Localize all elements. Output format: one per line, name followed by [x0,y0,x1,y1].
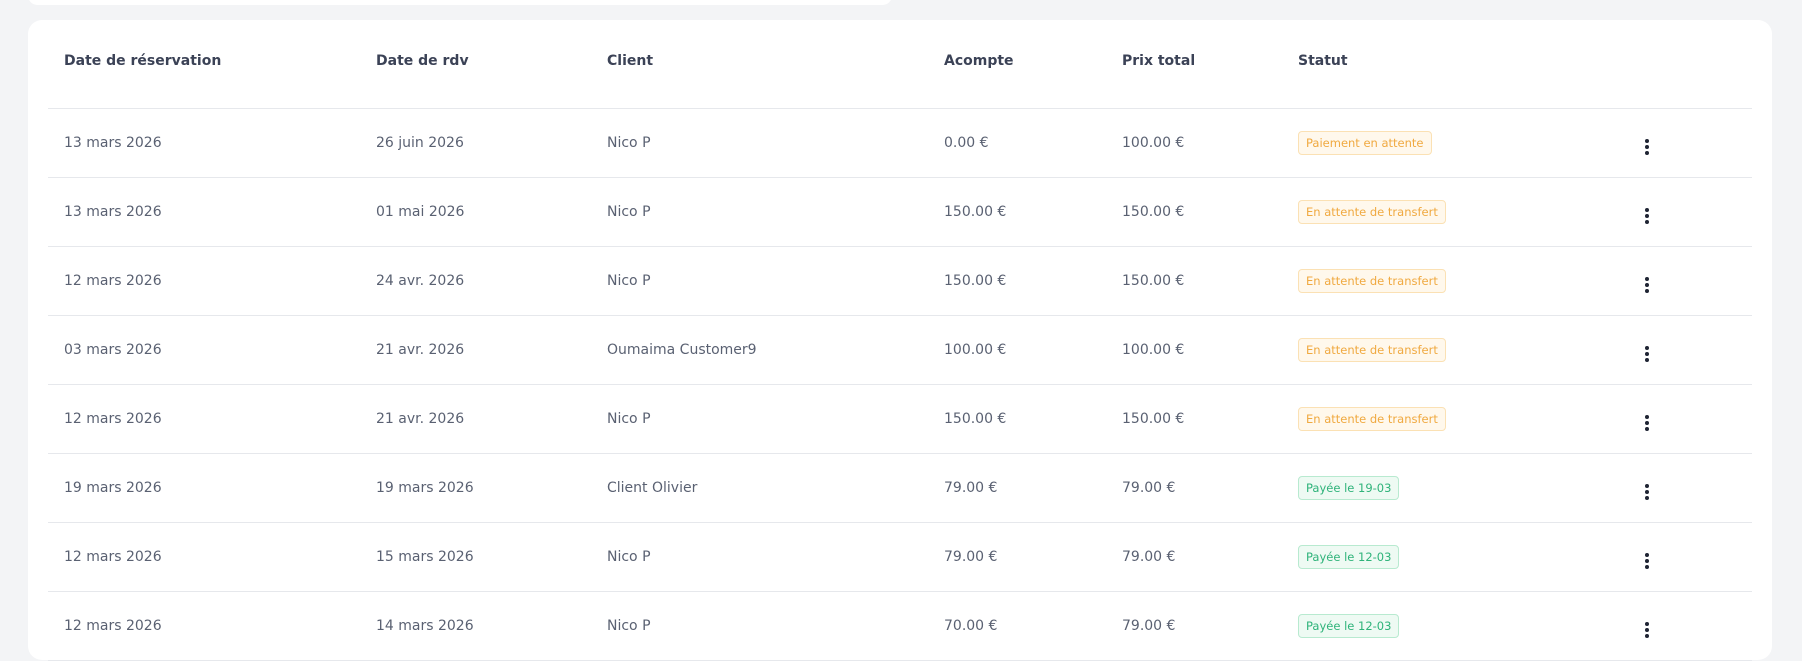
header-status[interactable]: Statut [1282,52,1642,109]
total-price-cell: 150.00 € [1106,177,1282,247]
actions-cell [1642,453,1752,523]
header-total-price[interactable]: Prix total [1106,52,1282,109]
header-deposit[interactable]: Acompte [928,52,1106,109]
actions-cell [1642,591,1752,661]
booking-date-cell: 12 mars 2026 [48,522,360,592]
client-cell: Nico P [591,522,928,592]
booking-date-cell: 12 mars 2026 [48,384,360,454]
status-badge: Payée le 12-03 [1298,544,1400,569]
total-price-cell: 79.00 € [1106,453,1282,523]
status-cell: En attente de transfert [1282,384,1642,454]
client-cell: Nico P [591,591,928,661]
status-cell: Paiement en attente [1282,108,1642,178]
status-cell: En attente de transfert [1282,246,1642,316]
total-price-cell: 79.00 € [1106,522,1282,592]
header-actions [1642,52,1752,109]
actions-cell [1642,384,1752,454]
status-badge: En attente de transfert [1298,337,1446,362]
client-cell: Nico P [591,384,928,454]
status-badge: Payée le 19-03 [1298,475,1400,500]
rdv-date-cell: 21 avr. 2026 [360,384,591,454]
deposit-cell: 150.00 € [928,384,1106,454]
actions-cell [1642,522,1752,592]
client-cell: Nico P [591,177,928,247]
table-row[interactable]: 13 mars 2026 26 juin 2026 Nico P 0.00 € … [48,108,1752,178]
booking-date-cell: 03 mars 2026 [48,315,360,385]
deposit-cell: 79.00 € [928,522,1106,592]
client-cell: Client Olivier [591,453,928,523]
booking-date-cell: 12 mars 2026 [48,246,360,316]
table-row[interactable]: 12 mars 2026 14 mars 2026 Nico P 70.00 €… [48,591,1752,661]
more-vertical-icon[interactable] [1642,345,1652,362]
status-cell: Payée le 12-03 [1282,522,1642,592]
deposit-cell: 70.00 € [928,591,1106,661]
table-row[interactable]: 19 mars 2026 19 mars 2026 Client Olivier… [48,453,1752,523]
deposit-cell: 0.00 € [928,108,1106,178]
status-badge: En attente de transfert [1298,199,1446,224]
more-vertical-icon[interactable] [1642,552,1652,569]
total-price-cell: 79.00 € [1106,591,1282,661]
booking-date-cell: 12 mars 2026 [48,591,360,661]
more-vertical-icon[interactable] [1642,207,1652,224]
table-row[interactable]: 12 mars 2026 21 avr. 2026 Nico P 150.00 … [48,384,1752,454]
table-header-row: Date de réservation Date de rdv Client A… [48,52,1752,109]
status-cell: En attente de transfert [1282,177,1642,247]
client-cell: Oumaima Customer9 [591,315,928,385]
table-row[interactable]: 12 mars 2026 15 mars 2026 Nico P 79.00 €… [48,522,1752,592]
table-body: 13 mars 2026 26 juin 2026 Nico P 0.00 € … [48,108,1752,661]
reservations-card: Date de réservation Date de rdv Client A… [28,20,1772,661]
total-price-cell: 150.00 € [1106,246,1282,316]
booking-date-cell: 13 mars 2026 [48,108,360,178]
deposit-cell: 79.00 € [928,453,1106,523]
rdv-date-cell: 15 mars 2026 [360,522,591,592]
booking-date-cell: 13 mars 2026 [48,177,360,247]
more-vertical-icon[interactable] [1642,483,1652,500]
deposit-cell: 150.00 € [928,177,1106,247]
actions-cell [1642,315,1752,385]
actions-cell [1642,108,1752,178]
status-cell: Payée le 12-03 [1282,591,1642,661]
more-vertical-icon[interactable] [1642,138,1652,155]
more-vertical-icon[interactable] [1642,414,1652,431]
status-cell: En attente de transfert [1282,315,1642,385]
status-badge: En attente de transfert [1298,268,1446,293]
total-price-cell: 100.00 € [1106,315,1282,385]
rdv-date-cell: 14 mars 2026 [360,591,591,661]
rdv-date-cell: 01 mai 2026 [360,177,591,247]
client-cell: Nico P [591,108,928,178]
actions-cell [1642,177,1752,247]
total-price-cell: 150.00 € [1106,384,1282,454]
status-badge: Paiement en attente [1298,130,1432,155]
status-cell: Payée le 19-03 [1282,453,1642,523]
header-booking-date[interactable]: Date de réservation [48,52,360,109]
actions-cell [1642,246,1752,316]
header-client[interactable]: Client [591,52,928,109]
top-card [28,0,892,5]
status-badge: Payée le 12-03 [1298,613,1400,638]
table-row[interactable]: 03 mars 2026 21 avr. 2026 Oumaima Custom… [48,315,1752,385]
client-cell: Nico P [591,246,928,316]
more-vertical-icon[interactable] [1642,276,1652,293]
rdv-date-cell: 19 mars 2026 [360,453,591,523]
status-badge: En attente de transfert [1298,406,1446,431]
table-row[interactable]: 13 mars 2026 01 mai 2026 Nico P 150.00 €… [48,177,1752,247]
header-rdv-date[interactable]: Date de rdv [360,52,591,109]
table-row[interactable]: 12 mars 2026 24 avr. 2026 Nico P 150.00 … [48,246,1752,316]
rdv-date-cell: 21 avr. 2026 [360,315,591,385]
rdv-date-cell: 26 juin 2026 [360,108,591,178]
booking-date-cell: 19 mars 2026 [48,453,360,523]
deposit-cell: 100.00 € [928,315,1106,385]
more-vertical-icon[interactable] [1642,621,1652,638]
rdv-date-cell: 24 avr. 2026 [360,246,591,316]
deposit-cell: 150.00 € [928,246,1106,316]
reservations-table: Date de réservation Date de rdv Client A… [48,52,1752,661]
total-price-cell: 100.00 € [1106,108,1282,178]
